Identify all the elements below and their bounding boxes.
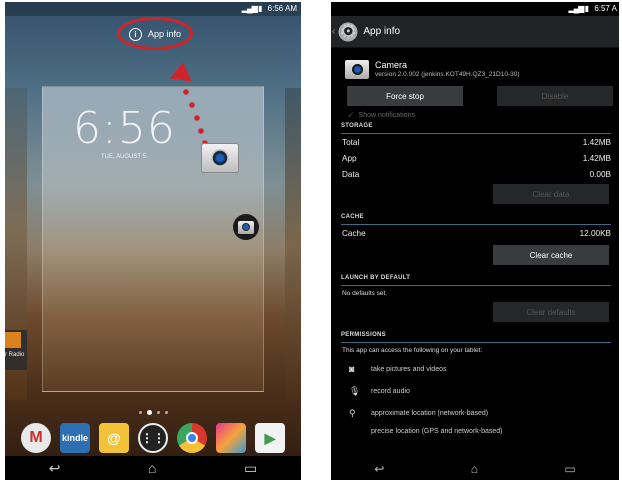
cache-row: Cache 12.00KB (342, 228, 611, 238)
permission-item: 🎙 record audio (349, 385, 410, 396)
microphone-icon: 🎙 (349, 385, 361, 396)
app-info-screen: ▂▄▆ ▮ 6:57 A ‹ ⚙ App info Camera version… (331, 2, 619, 480)
recent-card-right[interactable] (285, 88, 301, 400)
show-notifications-label: Show notifications (358, 111, 415, 119)
no-defaults-text: No defaults set. (342, 290, 388, 297)
dock: M kindle @ ⋮⋮ ▶ (21, 420, 285, 456)
lock-clock: 6:56 (73, 103, 176, 154)
home-icon[interactable]: ⌂ (471, 462, 478, 476)
radio-app-icon (5, 332, 21, 348)
page-indicator (139, 410, 168, 415)
storage-row: Data 0.00B (342, 169, 611, 179)
action-bar: ‹ ⚙ App info (331, 16, 619, 48)
navigation-bar: ↩ ⌂ ▭ (331, 458, 619, 480)
kindle-app-icon[interactable]: kindle (60, 423, 90, 453)
status-time: 6:56 AM (267, 4, 297, 13)
cache-header: CACHE (341, 214, 611, 225)
email-app-icon[interactable]: @ (99, 423, 129, 453)
side-app-label: r Radio (5, 352, 25, 358)
camera-icon: ◙ (349, 364, 355, 374)
lock-date: TUE, AUGUST 5 (101, 154, 146, 160)
navigation-bar: ↩ ⌂ ▭ (5, 456, 301, 480)
gmail-app-icon[interactable]: M (21, 423, 51, 453)
recents-icon[interactable]: ▭ (244, 460, 257, 477)
signal-icon: ▂▄▆ ▮ (568, 4, 589, 13)
app-version: version 2.0.002 (jenkins.KOT49H.QZ3_21D1… (375, 71, 520, 78)
status-bar: ▂▄▆ ▮ 6:56 AM (5, 2, 301, 16)
recents-icon[interactable]: ▭ (564, 462, 575, 476)
location-pin-icon: ⚲ (349, 407, 356, 418)
camera-shortcut-icon[interactable] (233, 214, 259, 240)
info-icon: i (129, 27, 142, 41)
permission-item: ◙ take pictures and videos (349, 364, 447, 374)
app-header: Camera version 2.0.002 (jenkins.KOT49H.Q… (331, 48, 619, 82)
storage-header: STORAGE (341, 123, 611, 134)
permission-item: precise location (GPS and network-based) (371, 427, 503, 435)
disable-button[interactable]: Disable (497, 86, 613, 106)
clear-defaults-button[interactable]: Clear defaults (493, 302, 609, 322)
side-app-card[interactable]: r Radio (5, 330, 27, 370)
permissions-header: PERMISSIONS (341, 332, 611, 343)
page-title: App info (363, 26, 401, 37)
camera-lens-icon (211, 149, 229, 167)
force-stop-button[interactable]: Force stop (347, 86, 463, 106)
signal-icon: ▂▄▆ ▮ (241, 4, 263, 13)
recent-app-card[interactable]: 6:56 TUE, AUGUST 5 (42, 86, 264, 392)
show-notifications-checkbox[interactable]: ✓ Show notifications (331, 106, 619, 120)
app-drawer-icon[interactable]: ⋮⋮ (138, 423, 168, 453)
storage-row: App 1.42MB (342, 153, 611, 163)
launch-default-header: LAUNCH BY DEFAULT (341, 275, 611, 286)
permissions-intro: This app can access the following on you… (342, 347, 483, 354)
arrow-up-icon (169, 60, 195, 82)
status-bar: ▂▄▆ ▮ 6:57 A (331, 2, 619, 16)
home-icon[interactable]: ⌂ (148, 460, 156, 476)
back-icon[interactable]: ↩ (49, 460, 61, 477)
clear-cache-button[interactable]: Clear cache (493, 245, 609, 265)
checkmark-icon: ✓ (347, 109, 355, 120)
chrome-app-icon[interactable] (177, 423, 207, 453)
camera-app-icon (345, 59, 369, 79)
app-name: Camera (375, 60, 408, 70)
up-chevron-icon[interactable]: ‹ (332, 26, 335, 37)
recent-card-left[interactable]: r Radio (5, 88, 27, 400)
app-info-label: App info (148, 29, 182, 39)
status-time: 6:57 A (594, 4, 617, 13)
dragged-camera-icon[interactable] (201, 143, 239, 173)
back-icon[interactable]: ↩ (374, 462, 384, 476)
permission-item: ⚲ approximate location (network-based) (349, 407, 489, 418)
gallery-app-icon[interactable] (216, 423, 246, 453)
settings-gear-icon[interactable]: ⚙ (337, 20, 360, 43)
launcher-screen: ▂▄▆ ▮ 6:56 AM r Radio 6:56 TUE, AUGUST 5… (5, 2, 301, 480)
play-store-icon[interactable]: ▶ (255, 423, 285, 453)
app-info-drop-target[interactable]: i App info (129, 24, 181, 44)
storage-row: Total 1.42MB (342, 137, 611, 147)
clear-data-button[interactable]: Clear data (493, 184, 609, 204)
action-buttons: Force stop Disable (331, 82, 619, 106)
